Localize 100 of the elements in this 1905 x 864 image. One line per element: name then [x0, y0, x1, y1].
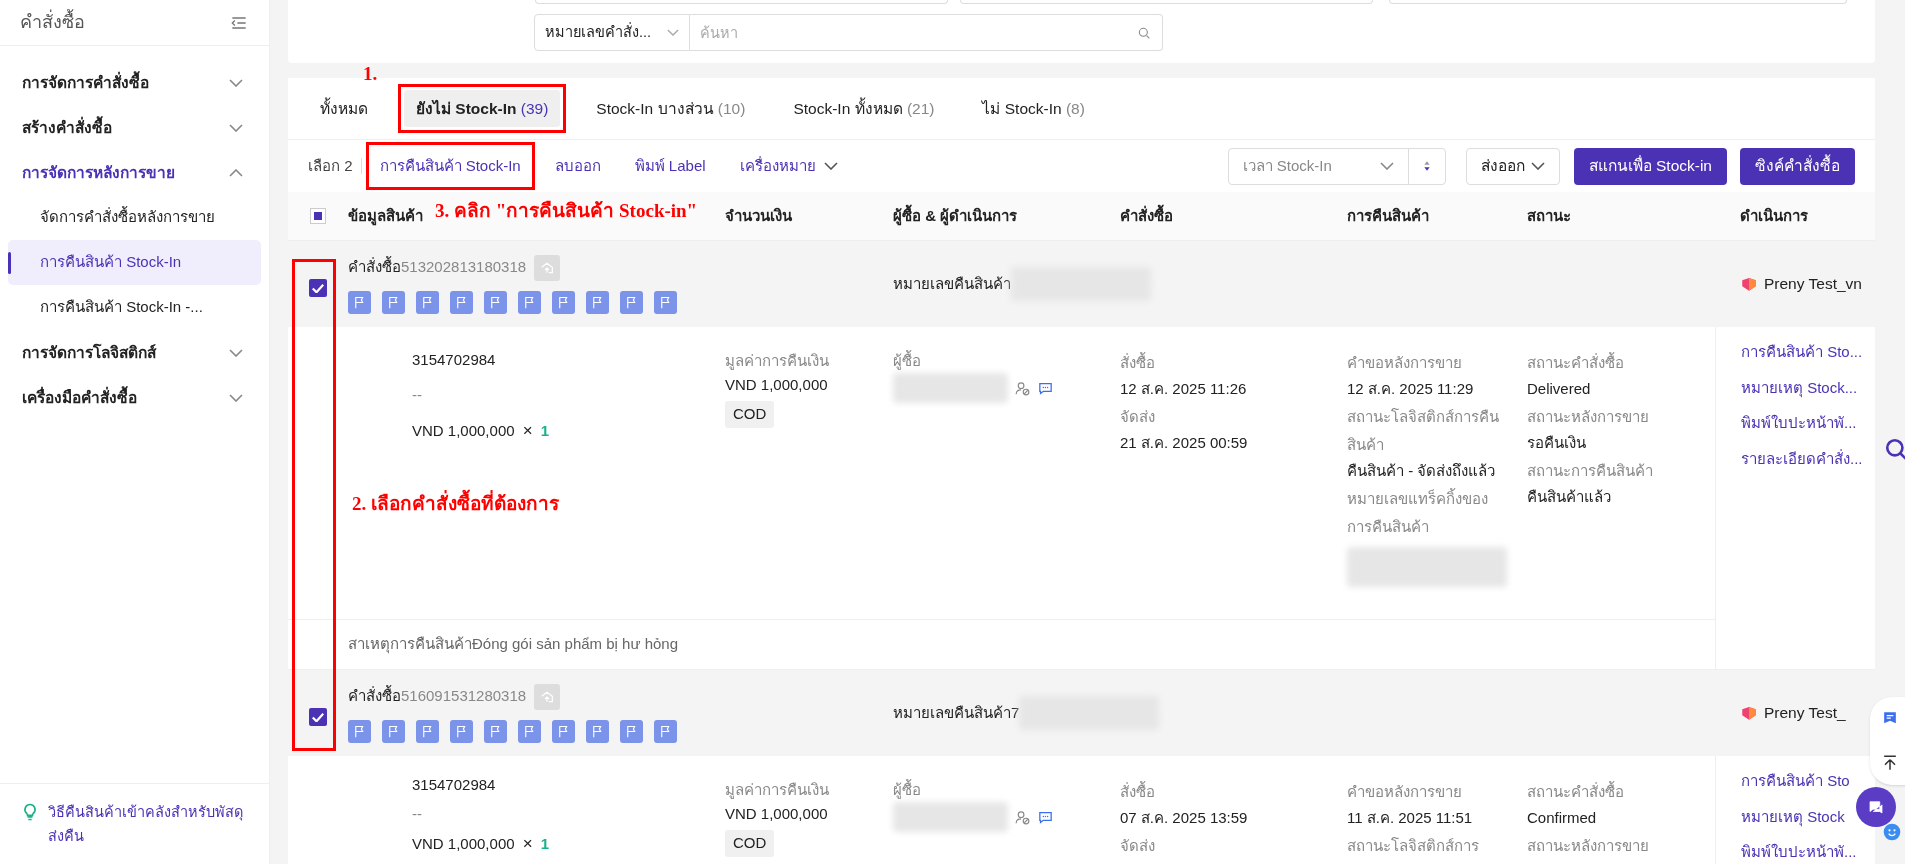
flag-icon[interactable] — [552, 290, 575, 314]
submenu-item[interactable]: การคืนสินค้า Stock-In — [8, 240, 261, 285]
action-link[interactable]: ลบออก — [544, 154, 611, 178]
field-label: จัดส่ง — [1120, 407, 1156, 427]
primary-button[interactable]: สแกนเพื่อ Stock-in — [1573, 147, 1727, 185]
annotation-text: 2. เลือกคำสั่งซื้อที่ต้องการ — [352, 490, 559, 519]
action-link[interactable]: พิมพ์ใบปะหน้าพั... — [1741, 841, 1857, 864]
flag-icon[interactable] — [484, 719, 507, 743]
field-label: คำขอหลังการขาย — [1347, 353, 1463, 373]
order-number: คำสั่งซื้อ513202813180318 — [348, 256, 527, 278]
column-header: ดำเนินการ — [1740, 205, 1808, 226]
field-value: 21 ส.ค. 2025 00:59 — [1120, 433, 1249, 453]
flag-icon[interactable] — [348, 290, 371, 314]
action-link[interactable]: การคืนสินค้า Sto... — [1741, 341, 1863, 364]
menu-item[interactable]: การจัดการคำสั่งซื้อ — [8, 60, 261, 105]
shop-name: Preny Test_ — [1764, 703, 1846, 724]
variant-text: -- — [412, 803, 423, 824]
chevron-icon — [1530, 162, 1545, 170]
field-label: ผู้ซื้อ — [893, 349, 922, 372]
flag-icon[interactable] — [518, 290, 541, 314]
submenu-item[interactable]: การคืนสินค้า Stock-In -... — [8, 285, 261, 330]
field-label: สถานะโลจิสติกส์การ — [1347, 836, 1480, 856]
field-label: สถานะหลังการขาย — [1527, 836, 1650, 856]
help-link[interactable]: วิธีคืนสินค้าเข้าคลังสำหรับพัสดุส่งคืน — [48, 800, 248, 848]
shop-logo-icon — [1740, 275, 1758, 293]
column-header: การคืนสินค้า — [1347, 205, 1429, 226]
flag-icon[interactable] — [518, 719, 541, 743]
action-link[interactable]: หมายเหตุ Stock... — [1741, 376, 1858, 399]
flag-icon[interactable] — [586, 290, 609, 314]
field-label: มูลค่าการคืนเงิน — [725, 351, 829, 372]
action-link[interactable]: พิมพ์ Label — [624, 154, 716, 178]
checkbox[interactable] — [310, 208, 326, 224]
menu-item[interactable]: การจัดการโลจิสติกส์ — [8, 330, 261, 375]
tab[interactable]: ไม่ Stock-In (8) — [970, 89, 1097, 128]
checkbox[interactable] — [309, 708, 327, 726]
action-link[interactable]: การคืนสินค้า Sto — [1741, 770, 1850, 793]
selection-count: เลือก 2 — [308, 155, 353, 176]
flag-icon[interactable] — [654, 290, 677, 314]
field-value: VND 1,000,000 — [725, 375, 828, 395]
flag-icon[interactable] — [654, 719, 677, 743]
tab[interactable]: ทั้งหมด — [308, 89, 380, 128]
flag-icon[interactable] — [416, 719, 439, 743]
field-label: มูลค่าการคืนเงิน — [725, 780, 829, 801]
field-label: สั่งซื้อ — [1120, 351, 1156, 373]
tab[interactable]: Stock-In ทั้งหมด (21) — [781, 89, 947, 128]
flag-icon[interactable] — [416, 290, 439, 314]
flag-icon[interactable] — [348, 719, 371, 743]
chevron-icon — [667, 29, 679, 36]
annotation-text: 1. — [363, 62, 378, 86]
submenu-item[interactable]: จัดการคำสั่งซื้อหลังการขาย — [8, 195, 261, 240]
tab[interactable]: Stock-In บางส่วน (10) — [584, 89, 758, 128]
flag-icon[interactable] — [552, 719, 575, 743]
chevron-icon — [229, 123, 243, 132]
field-label: ผู้ซื้อ — [893, 778, 922, 801]
smiley-icon[interactable] — [1882, 822, 1902, 842]
user-blocked-icon[interactable] — [1014, 379, 1031, 397]
action-link[interactable]: รายละเอียดคำสั่ง... — [1741, 447, 1863, 470]
chevron-icon — [229, 168, 243, 177]
order-number: คำสั่งซื้อ516091531280318 — [348, 685, 527, 707]
menu-item[interactable]: สร้างคำสั่งซื้อ — [8, 105, 261, 150]
flag-icon[interactable] — [382, 290, 405, 314]
return-number-label: หมายเลขคืนสินค้า — [893, 273, 1011, 294]
field-label: สถานะคำสั่งซื้อ — [1527, 780, 1625, 802]
sku-text: 3154702984 — [412, 350, 497, 370]
flag-icon[interactable] — [450, 719, 473, 743]
payment-tag: COD — [725, 830, 775, 857]
field-value: 11 ส.ค. 2025 11:51 — [1347, 808, 1474, 828]
chevron-icon — [229, 393, 243, 402]
field-label: สถานะการคืนสินค้า — [1527, 461, 1654, 481]
column-header: ผู้ซื้อ & ผู้ดำเนินการ — [893, 204, 1018, 228]
user-blocked-icon[interactable] — [1014, 808, 1031, 826]
menu-item[interactable]: การจัดการหลังการขาย — [8, 150, 261, 195]
field-value: รอคืนเงิน — [1527, 433, 1587, 453]
payment-tag: COD — [725, 401, 775, 428]
field-value: 07 ส.ค. 2025 13:59 — [1120, 808, 1249, 828]
chevron-icon — [823, 162, 838, 170]
flag-icon[interactable] — [620, 719, 643, 743]
export-button[interactable]: ส่งออก — [1465, 147, 1560, 185]
flag-icon[interactable] — [620, 290, 643, 314]
tab[interactable]: ยังไม่ Stock-In (39) — [404, 89, 561, 128]
checkmark-icon — [312, 283, 324, 293]
field-value: 12 ส.ค. 2025 11:26 — [1120, 379, 1248, 399]
flag-icon[interactable] — [382, 719, 405, 743]
primary-button[interactable]: ซิงค์คำสั่งซื้อ — [1740, 147, 1855, 185]
column-header: ข้อมูลสินค้า — [348, 205, 423, 228]
menu-item[interactable]: เครื่องมือคำสั่งซื้อ — [8, 375, 261, 420]
dropdown-link[interactable]: เครื่องหมาย — [729, 154, 848, 178]
column-header: สถานะ — [1527, 205, 1571, 226]
action-link[interactable]: การคืนสินค้า Stock-In — [369, 154, 531, 178]
field-label: สถานะโลจิสติกส์การคืนสินค้า — [1347, 407, 1500, 455]
checkbox[interactable] — [309, 279, 327, 297]
flag-icon[interactable] — [586, 719, 609, 743]
search-type-select[interactable]: หมายเลขคำสั่ง... — [534, 14, 690, 51]
action-link[interactable]: พิมพ์ใบปะหน้าพั... — [1741, 412, 1857, 435]
flag-icon[interactable] — [450, 290, 473, 314]
flag-icon[interactable] — [484, 290, 507, 314]
field-value: 12 ส.ค. 2025 11:29 — [1347, 379, 1475, 399]
field-value: Confirmed — [1527, 808, 1598, 828]
action-link[interactable]: หมายเหตุ Stock — [1741, 805, 1845, 828]
variant-text: -- — [412, 384, 423, 405]
